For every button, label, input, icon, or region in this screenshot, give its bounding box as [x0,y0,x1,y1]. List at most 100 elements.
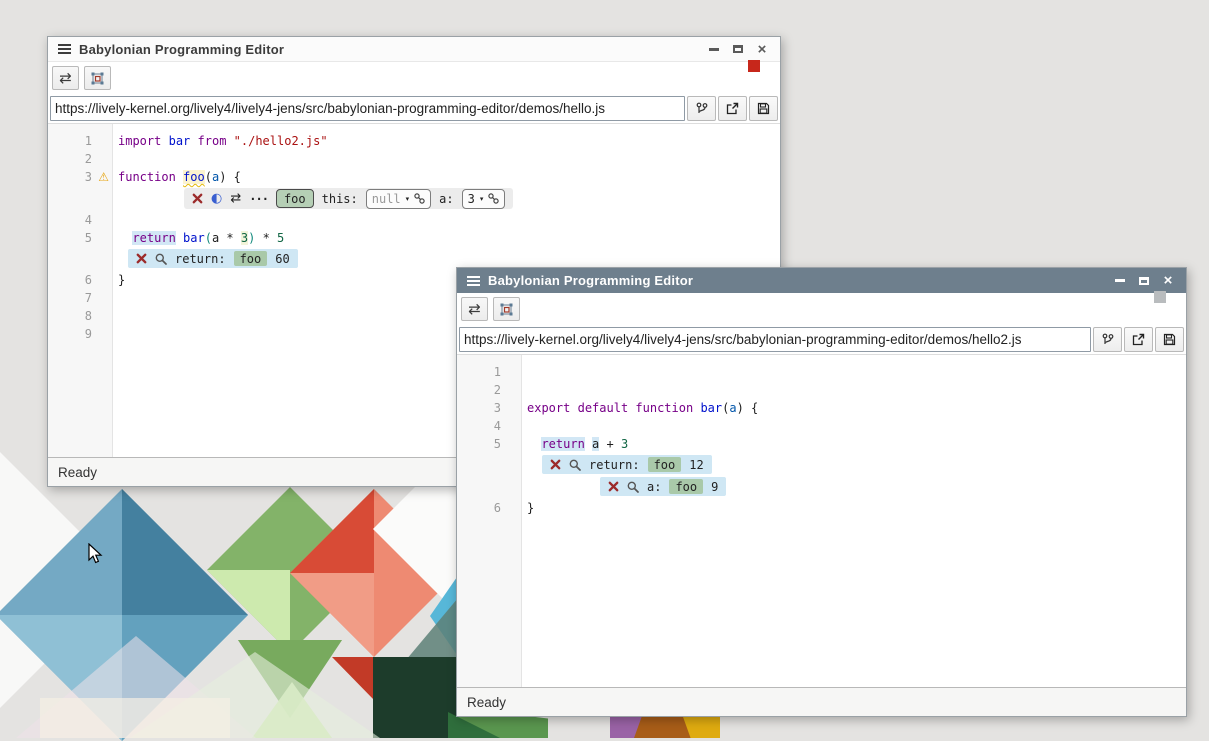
code-line-row: 3export default function bar(a) { [457,399,1186,417]
open-external-icon [726,102,739,115]
code-line[interactable]: return:foo12 [521,455,712,475]
mouse-cursor [88,543,104,565]
toggle-example-icon[interactable]: ◐ [211,192,222,205]
url-input[interactable] [459,327,1091,352]
code-line[interactable]: return bar(a * 3) * 5 [112,229,284,247]
example-field-label: a: [439,190,453,208]
probe-widget-row: a: foo 9 [457,477,1186,497]
code-line[interactable]: } [112,271,125,289]
remove-probe-icon[interactable] [550,459,561,470]
chevron-down-icon: ▾ [406,190,410,208]
code-line[interactable]: export default function bar(a) { [521,399,758,417]
editor-window-hello2-js: Babylonian Programming Editor × ⇄ 123exp… [456,267,1187,717]
example-name-chip[interactable]: foo [276,189,314,208]
probe-label: return: [175,250,226,268]
swap-icon[interactable]: ⇄ [230,192,241,205]
version-history-button[interactable] [687,96,716,121]
probe-widget: return:foo60 [128,249,298,268]
probe-widget-row: return:foo60 [48,249,780,269]
titlebar[interactable]: Babylonian Programming Editor × [48,37,780,62]
code-line[interactable]: return a + 3 [521,435,628,453]
minimize-button[interactable] [1108,271,1132,291]
code-line-row: 4 [457,417,1186,435]
code-line-row: 2 [48,150,780,168]
code-line[interactable]: } [521,499,534,517]
code-line[interactable]: return:foo60 [112,249,298,269]
line-number: 3 [457,399,521,417]
example-widget-row: ◐ ⇄ ··· foo this: null▾ a: 3▾ [48,188,780,209]
url-bar [48,95,780,124]
url-input[interactable] [50,96,685,121]
line-number: 1 [48,132,112,150]
hamburger-menu-icon[interactable] [58,44,71,54]
example-value-dropdown[interactable]: null▾ [366,189,431,209]
save-file-button[interactable] [1155,327,1184,352]
probe-widget: return:foo12 [542,455,712,474]
probe-widget-row: return:foo12 [457,455,1186,475]
inspect-probe-icon[interactable] [627,481,639,493]
probe-example-chip[interactable]: foo [234,251,268,266]
probe-example-chip[interactable]: foo [669,479,703,494]
probe-value: 9 [711,478,718,496]
probe-widget: a: foo 9 [600,477,726,496]
swap-arrows-button[interactable]: ⇄ [461,297,488,321]
link-icon[interactable] [414,193,425,204]
line-number: 7 [48,289,112,307]
line-number: 2 [48,150,112,168]
maximize-button[interactable] [726,39,750,59]
halo-select-icon [499,302,514,317]
code-line[interactable]: a: foo 9 [521,477,726,497]
code-line[interactable]: import bar from "./hello2.js" [112,132,328,150]
link-icon[interactable] [488,193,499,204]
hamburger-menu-icon[interactable] [467,276,480,286]
line-number: 8 [48,307,112,325]
titlebar[interactable]: Babylonian Programming Editor × [457,268,1186,293]
code-line-row: 1 [457,363,1186,381]
remove-probe-icon[interactable] [608,481,619,492]
chevron-down-icon: ▾ [480,190,484,208]
code-line-row: 5 return bar(a * 3) * 5 [48,229,780,247]
open-external-button[interactable] [1124,327,1153,352]
save-icon [1163,333,1176,346]
save-icon [757,102,770,115]
line-number: 5 [48,229,112,247]
more-options-icon[interactable]: ··· [249,190,268,208]
close-button[interactable]: × [1156,271,1180,291]
remove-probe-icon[interactable] [136,253,147,264]
code-line[interactable]: ◐ ⇄ ··· foo this: null▾ a: 3▾ [112,188,513,209]
swap-arrows-button[interactable]: ⇄ [52,66,79,90]
code-line[interactable]: function foo(a) { [112,168,241,186]
line-number: 1 [457,363,521,381]
example-value-dropdown[interactable]: 3▾ [462,189,506,209]
inspect-probe-icon[interactable] [569,459,581,471]
modified-indicator [748,60,760,72]
code-line-row: 4 [48,211,780,229]
inspect-probe-icon[interactable] [155,253,167,265]
line-number: 5 [457,435,521,453]
example-field-label: this: [322,190,358,208]
minimize-button[interactable] [702,39,726,59]
halo-select-icon [90,71,105,86]
lint-warning-icon: ⚠ [98,168,109,186]
halo-select-button[interactable] [84,66,111,90]
swap-arrows-icon: ⇄ [59,71,72,86]
halo-select-button[interactable] [493,297,520,321]
version-history-button[interactable] [1093,327,1122,352]
code-editor[interactable]: 123export default function bar(a) {45 re… [457,355,1186,687]
save-file-button[interactable] [749,96,778,121]
open-external-button[interactable] [718,96,747,121]
status-text: Ready [58,465,97,480]
maximize-button[interactable] [1132,271,1156,291]
probe-label: a: [647,478,661,496]
wallpaper-shape [373,657,458,738]
window-title: Babylonian Programming Editor [488,273,693,288]
code-line-row: 5 return a + 3 [457,435,1186,453]
remove-example-icon[interactable] [192,193,203,204]
open-external-icon [1132,333,1145,346]
line-number: 6 [457,499,521,517]
probe-example-chip[interactable]: foo [648,457,682,472]
close-button[interactable]: × [750,39,774,59]
status-text: Ready [467,695,506,710]
toolbar: ⇄ [48,62,780,95]
line-number: 9 [48,325,112,343]
